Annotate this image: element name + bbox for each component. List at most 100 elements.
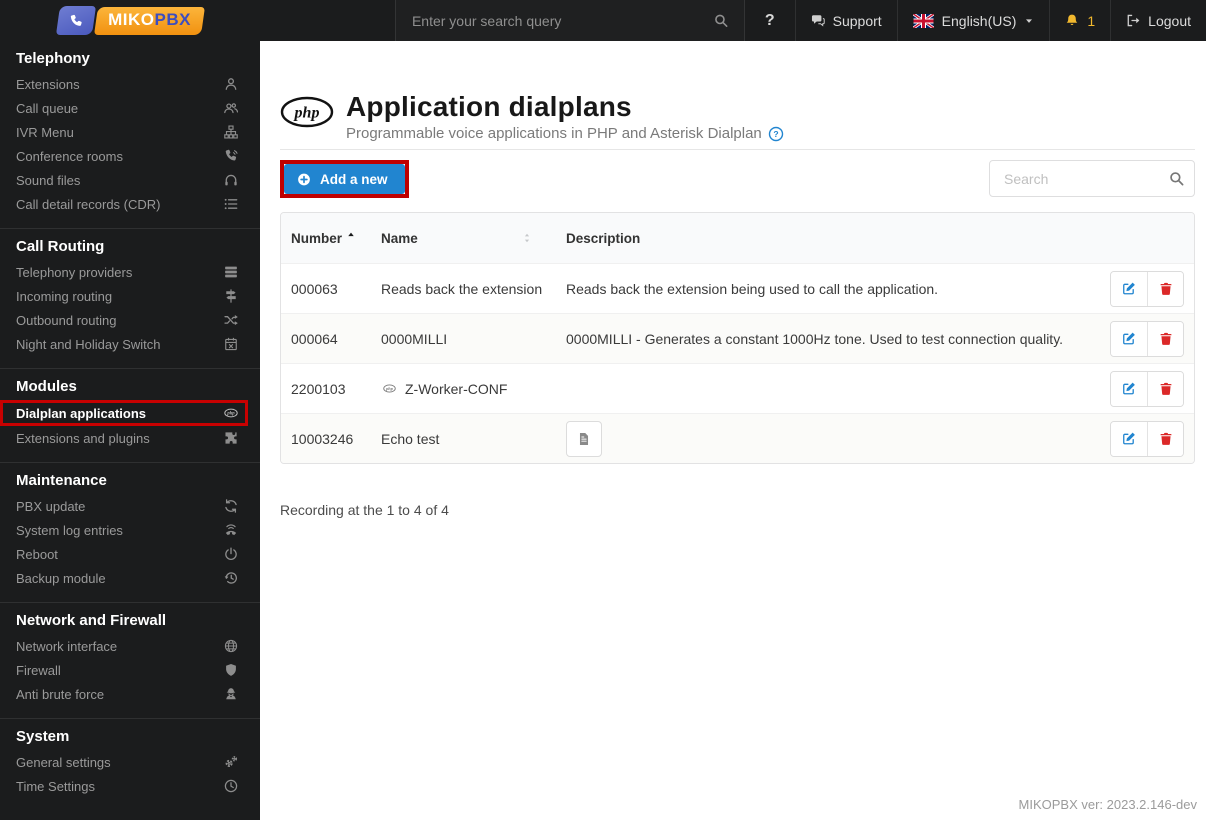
add-new-button[interactable]: Add a new [284, 164, 405, 194]
topbar: ? Support English(US) 1 Logout [260, 0, 1206, 41]
sidebar-item-dialplan-applications[interactable]: Dialplan applications [0, 400, 248, 426]
delete-button[interactable] [1147, 371, 1183, 406]
sidebar-item-extensions[interactable]: Extensions [0, 72, 260, 96]
name-text: 0000MILLI [381, 330, 448, 347]
cell-number: 10003246 [291, 430, 354, 447]
trash-icon [1159, 431, 1173, 446]
name-text: Echo test [381, 430, 440, 447]
sidebar-item-network-interface[interactable]: Network interface [0, 634, 260, 658]
sidebar-item-call-detail-records-cdr[interactable]: Call detail records (CDR) [0, 192, 260, 216]
table-row: 000064 0000MILLI 0000MILLI - Generates a c… [281, 313, 1194, 363]
add-button-highlight: Add a new [280, 160, 409, 198]
cell-actions [1082, 420, 1194, 457]
edit-button[interactable] [1111, 271, 1147, 306]
search-icon [1169, 171, 1184, 186]
sidebar-item-time-settings[interactable]: Time Settings [0, 774, 260, 798]
sidebar-item-ivr-menu[interactable]: IVR Menu [0, 120, 260, 144]
notifications-button[interactable]: 1 [1050, 0, 1112, 41]
delete-button[interactable] [1147, 421, 1183, 456]
records-summary: Recording at the 1 to 4 of 4 [280, 502, 449, 518]
sidebar-item-label: Call detail records (CDR) [16, 196, 161, 212]
description-text: 0000MILLI - Generates a constant 1000Hz … [566, 330, 1064, 347]
sidebar-sections: Telephony Extensions Call queue IVR Menu Con… [0, 41, 260, 810]
edit-icon [1122, 331, 1136, 346]
sidebar-item-backup-module[interactable]: Backup module [0, 566, 260, 590]
sidebar-item-extensions-and-plugins[interactable]: Extensions and plugins [0, 426, 260, 450]
cell-number: 000064 [291, 330, 338, 347]
cell-number: 2200103 [291, 380, 346, 397]
sidebar-item-general-settings[interactable]: General settings [0, 750, 260, 774]
sidebar-section-system: System General settings Time Settings [0, 718, 260, 810]
sidebar-section-title: Telephony [16, 50, 90, 67]
sitemap-icon [224, 125, 238, 139]
edit-icon [1122, 281, 1136, 296]
bell-icon [1065, 13, 1079, 28]
sidebar-section-title: Maintenance [16, 472, 107, 489]
delete-button[interactable] [1147, 321, 1183, 356]
sidebar-item-telephony-providers[interactable]: Telephony providers [0, 260, 260, 284]
sidebar-item-anti-brute-force[interactable]: Anti brute force [0, 682, 260, 706]
edit-button[interactable] [1111, 371, 1147, 406]
file-button[interactable] [566, 420, 602, 457]
trash-icon [1159, 331, 1173, 346]
sidebar-item-incoming-routing[interactable]: Incoming routing [0, 284, 260, 308]
sidebar-item-label: Extensions [16, 76, 80, 92]
sidebar-section-title: Modules [16, 378, 77, 395]
table-search-input[interactable] [989, 160, 1195, 197]
sidebar-item-night-and-holiday-switch[interactable]: Night and Holiday Switch [0, 332, 260, 356]
sidebar-item-call-queue[interactable]: Call queue [0, 96, 260, 120]
global-search-input[interactable] [411, 12, 714, 29]
php-logo-icon: php [280, 96, 334, 128]
sidebar-item-conference-rooms[interactable]: Conference rooms [0, 144, 260, 168]
sidebar-item-outbound-routing[interactable]: Outbound routing [0, 308, 260, 332]
search-icon[interactable] [714, 13, 728, 28]
notifications-count: 1 [1087, 12, 1096, 29]
brand-logo[interactable]: MIKOPBX [0, 0, 260, 41]
sidebar-item-firewall[interactable]: Firewall [0, 658, 260, 682]
list-icon [224, 197, 238, 211]
table-row: 10003246 Echo test [281, 413, 1194, 463]
edit-button[interactable] [1111, 421, 1147, 456]
edit-button[interactable] [1111, 321, 1147, 356]
sidebar-section-network-and-firewall: Network and Firewall Network interface Fir… [0, 602, 260, 718]
sidebar-item-label: Call queue [16, 100, 79, 116]
cogs-icon [224, 755, 238, 769]
row-actions-group [1110, 320, 1184, 357]
sidebar-item-sound-files[interactable]: Sound files [0, 168, 260, 192]
globe-icon [224, 639, 238, 653]
main-content: php Application dialplans Programmable v… [260, 41, 1206, 820]
sidebar-section-modules: Modules Dialplan applications Extensions a… [0, 368, 260, 462]
headphones-icon [224, 173, 238, 187]
puzzle-icon [224, 431, 238, 445]
history-icon [224, 571, 238, 585]
column-header-name[interactable]: Name [371, 231, 556, 246]
cell-name: Echo test [371, 431, 556, 447]
sidebar-item-label: Extensions and plugins [16, 430, 150, 446]
topbar-search [394, 0, 745, 41]
sidebar-item-system-log-entries[interactable]: System log entries [0, 518, 260, 542]
language-label: English(US) [941, 12, 1017, 29]
sidebar-section-maintenance: Maintenance PBX update System log entries R… [0, 462, 260, 602]
power-icon [224, 547, 238, 561]
brand-miko: MIKO [107, 9, 155, 29]
help-button[interactable]: ? [745, 0, 796, 41]
logout-icon [1126, 13, 1140, 28]
sidebar-item-label: Anti brute force [16, 686, 105, 702]
column-header-number[interactable]: Number [281, 231, 371, 246]
sync-icon [224, 499, 238, 513]
users-icon [224, 101, 238, 115]
plus-circle-icon [297, 172, 311, 187]
column-header-description[interactable]: Description [556, 231, 1082, 246]
support-button[interactable]: Support [796, 0, 898, 41]
sidebar-item-reboot[interactable]: Reboot [0, 542, 260, 566]
phone-logo-icon [55, 6, 96, 35]
delete-button[interactable] [1147, 271, 1183, 306]
sidebar-item-pbx-update[interactable]: PBX update [0, 494, 260, 518]
logout-button[interactable]: Logout [1111, 0, 1206, 41]
name-text: Z-Worker-CONF [405, 380, 508, 397]
version-label: MIKOPBX ver: 2023.2.146-dev [1018, 797, 1197, 812]
help-circle-icon[interactable] [768, 126, 784, 142]
language-dropdown[interactable]: English(US) [898, 0, 1051, 41]
trash-icon [1159, 381, 1173, 396]
